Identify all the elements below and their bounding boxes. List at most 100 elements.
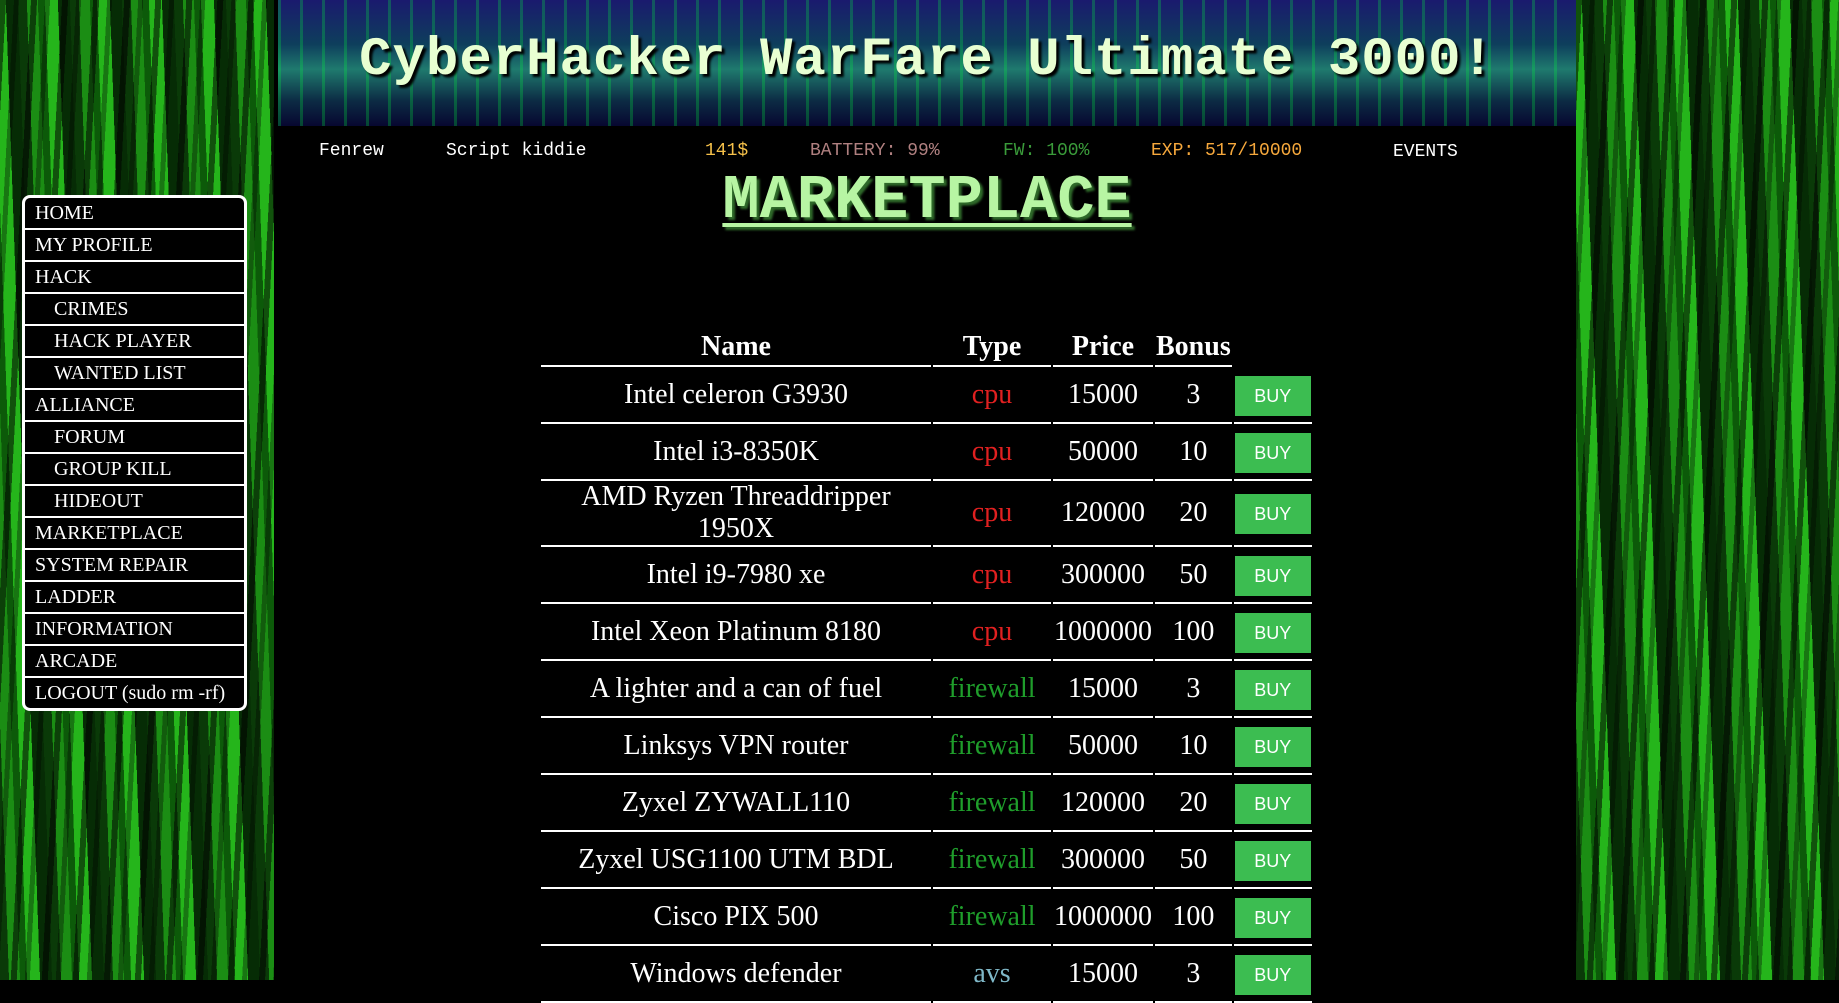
item-name: Windows defender bbox=[541, 946, 931, 1003]
buy-button[interactable]: BUY bbox=[1234, 840, 1311, 881]
buy-cell: BUY bbox=[1233, 832, 1312, 889]
table-body: Intel celeron G3930 cpu 15000 3 BUY Intel i3-… bbox=[541, 367, 1312, 1003]
buy-button[interactable]: BUY bbox=[1234, 432, 1311, 473]
item-bonus: 10 bbox=[1155, 424, 1232, 481]
sidebar-nav: HOME MY PROFILE HACK CRIMES HACK PLAYER WANTE… bbox=[22, 195, 247, 711]
item-price: 300000 bbox=[1053, 832, 1153, 889]
buy-button[interactable]: BUY bbox=[1234, 669, 1311, 710]
item-type: firewall bbox=[933, 775, 1051, 832]
buy-button[interactable]: BUY bbox=[1234, 783, 1311, 824]
item-name: Cisco PIX 500 bbox=[541, 889, 931, 946]
item-bonus: 100 bbox=[1155, 604, 1232, 661]
column-header-name: Name bbox=[541, 329, 931, 367]
buy-button[interactable]: BUY bbox=[1234, 612, 1311, 653]
item-bonus: 3 bbox=[1155, 661, 1232, 718]
table-row: Intel celeron G3930 cpu 15000 3 BUY bbox=[541, 367, 1312, 424]
buy-cell: BUY bbox=[1233, 946, 1312, 1003]
buy-button[interactable]: BUY bbox=[1234, 555, 1311, 596]
buy-button[interactable]: BUY bbox=[1234, 375, 1311, 416]
nav-item-alliance[interactable]: ALLIANCE bbox=[25, 390, 244, 422]
item-type: cpu bbox=[933, 547, 1051, 604]
column-header-action bbox=[1234, 329, 1312, 367]
item-price: 15000 bbox=[1053, 661, 1153, 718]
page-title-text: MARKETPLACE bbox=[722, 165, 1132, 236]
nav-item-logout-sudo-rm-rf[interactable]: LOGOUT (sudo rm -rf) bbox=[25, 678, 244, 708]
table-row: Linksys VPN router firewall 50000 10 BUY bbox=[541, 718, 1312, 775]
item-type: cpu bbox=[933, 481, 1051, 547]
nav-item-home[interactable]: HOME bbox=[25, 198, 244, 230]
buy-cell: BUY bbox=[1233, 775, 1312, 832]
column-header-type: Type bbox=[933, 329, 1051, 367]
item-type: avs bbox=[933, 946, 1051, 1003]
buy-cell: BUY bbox=[1233, 718, 1312, 775]
buy-cell: BUY bbox=[1233, 661, 1312, 718]
column-header-bonus: Bonus bbox=[1155, 329, 1232, 367]
item-name: Intel Xeon Platinum 8180 bbox=[541, 604, 931, 661]
item-name: AMD Ryzen Threaddripper 1950X bbox=[541, 481, 931, 547]
nav-item-forum[interactable]: FORUM bbox=[25, 422, 244, 454]
item-bonus: 50 bbox=[1155, 547, 1232, 604]
money: 141$ bbox=[705, 141, 749, 161]
table-row: Cisco PIX 500 firewall 1000000 100 BUY bbox=[541, 889, 1312, 946]
nav-item-my-profile[interactable]: MY PROFILE bbox=[25, 230, 244, 262]
events-link[interactable]: EVENTS bbox=[1393, 142, 1458, 162]
table-row: Intel Xeon Platinum 8180 cpu 1000000 100 BUY bbox=[541, 604, 1312, 661]
item-bonus: 50 bbox=[1155, 832, 1232, 889]
table-row: A lighter and a can of fuel firewall 15000… bbox=[541, 661, 1312, 718]
nav-item-information[interactable]: INFORMATION bbox=[25, 614, 244, 646]
buy-cell: BUY bbox=[1233, 604, 1312, 661]
marketplace-table: Name Type Price Bonus Intel celeron G393… bbox=[539, 329, 1314, 1003]
nav-item-system-repair[interactable]: SYSTEM REPAIR bbox=[25, 550, 244, 582]
item-price: 120000 bbox=[1053, 775, 1153, 832]
table-row: Intel i9-7980 xe cpu 300000 50 BUY bbox=[541, 547, 1312, 604]
nav-item-wanted-list[interactable]: WANTED LIST bbox=[25, 358, 244, 390]
nav-item-hack[interactable]: HACK bbox=[25, 262, 244, 294]
table-row: AMD Ryzen Threaddripper 1950X cpu 120000 20… bbox=[541, 481, 1312, 547]
table-row: Zyxel USG1100 UTM BDL firewall 300000 50 BUY bbox=[541, 832, 1312, 889]
item-price: 1000000 bbox=[1053, 604, 1153, 661]
nav-item-group-kill[interactable]: GROUP KILL bbox=[25, 454, 244, 486]
table-row: Zyxel ZYWALL110 firewall 120000 20 BUY bbox=[541, 775, 1312, 832]
item-bonus: 20 bbox=[1155, 775, 1232, 832]
app-title: CyberHacker WarFare Ultimate 3000! bbox=[359, 30, 1495, 91]
nav-item-arcade[interactable]: ARCADE bbox=[25, 646, 244, 678]
buy-cell: BUY bbox=[1233, 367, 1312, 424]
item-name: Intel i9-7980 xe bbox=[541, 547, 931, 604]
item-name: Intel i3-8350K bbox=[541, 424, 931, 481]
item-type: firewall bbox=[933, 718, 1051, 775]
buy-button[interactable]: BUY bbox=[1234, 494, 1311, 534]
item-bonus: 3 bbox=[1155, 946, 1232, 1003]
item-bonus: 20 bbox=[1155, 481, 1232, 547]
item-type: firewall bbox=[933, 661, 1051, 718]
nav-item-hack-player[interactable]: HACK PLAYER bbox=[25, 326, 244, 358]
item-price: 120000 bbox=[1053, 481, 1153, 547]
buy-cell: BUY bbox=[1233, 547, 1312, 604]
right-background bbox=[1576, 0, 1839, 980]
header-banner: CyberHacker WarFare Ultimate 3000! bbox=[278, 0, 1576, 126]
item-bonus: 3 bbox=[1155, 367, 1232, 424]
exp-status: EXP: 517/10000 bbox=[1151, 141, 1303, 161]
buy-button[interactable]: BUY bbox=[1234, 726, 1311, 767]
rank: Script kiddie bbox=[446, 141, 587, 161]
item-name: Linksys VPN router bbox=[541, 718, 931, 775]
nav-item-ladder[interactable]: LADDER bbox=[25, 582, 244, 614]
buy-cell: BUY bbox=[1233, 889, 1312, 946]
item-type: firewall bbox=[933, 889, 1051, 946]
item-name: Intel celeron G3930 bbox=[541, 367, 931, 424]
item-price: 50000 bbox=[1053, 424, 1153, 481]
buy-button[interactable]: BUY bbox=[1234, 954, 1311, 995]
nav-item-crimes[interactable]: CRIMES bbox=[25, 294, 244, 326]
item-name: Zyxel USG1100 UTM BDL bbox=[541, 832, 931, 889]
table-header-row: Name Type Price Bonus bbox=[541, 329, 1312, 367]
firewall-status: FW: 100% bbox=[1003, 141, 1090, 161]
buy-cell: BUY bbox=[1233, 481, 1312, 547]
table-row: Intel i3-8350K cpu 50000 10 BUY bbox=[541, 424, 1312, 481]
item-type: firewall bbox=[933, 832, 1051, 889]
nav-item-hideout[interactable]: HIDEOUT bbox=[25, 486, 244, 518]
item-name: Zyxel ZYWALL110 bbox=[541, 775, 931, 832]
buy-button[interactable]: BUY bbox=[1234, 897, 1311, 938]
page-title: MARKETPLACE bbox=[278, 165, 1576, 236]
item-bonus: 10 bbox=[1155, 718, 1232, 775]
buy-cell: BUY bbox=[1233, 424, 1312, 481]
nav-item-marketplace[interactable]: MARKETPLACE bbox=[25, 518, 244, 550]
